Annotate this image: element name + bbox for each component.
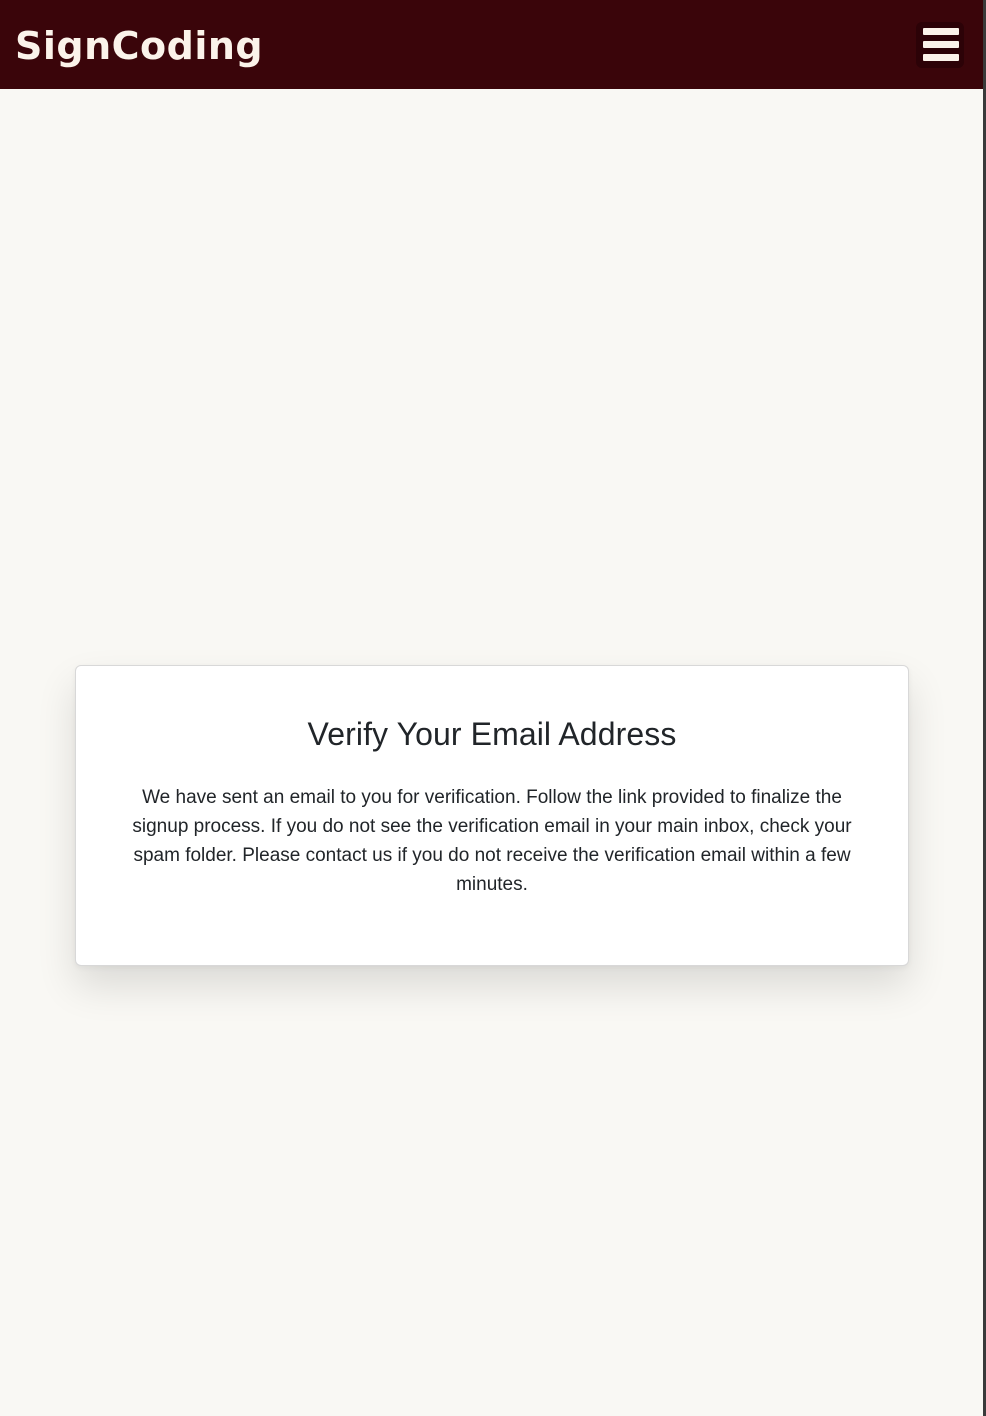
verification-card: Verify Your Email Address We have sent a… <box>75 665 909 966</box>
top-navbar: SignCoding <box>0 0 983 89</box>
card-message: We have sent an email to you for verific… <box>132 787 852 895</box>
card-title: Verify Your Email Address <box>307 716 677 752</box>
menu-toggle-button[interactable] <box>916 22 964 68</box>
hamburger-menu-icon-bar <box>923 41 959 48</box>
hamburger-menu-icon <box>923 28 959 35</box>
page: SignCoding Verify Your Email Address We … <box>0 0 986 1416</box>
brand-logo[interactable]: SignCoding <box>15 22 263 70</box>
hamburger-menu-icon-bar <box>923 54 959 61</box>
